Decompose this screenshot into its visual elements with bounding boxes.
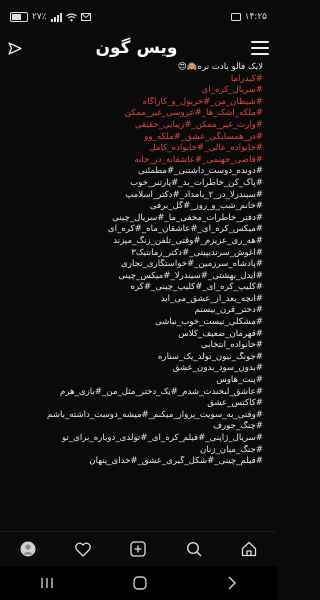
tab-add[interactable] [124,535,152,563]
status-bar: ۲۷٪ ۱۴:۲۵ [0,0,277,34]
hashtag-line[interactable]: #دونده_دوست_داشتنی_#مطمئنی [10,166,263,178]
signal-icon [50,12,62,22]
hashtag-line[interactable]: #فیلم_چینی_#شکل_گیری_عشق_#خدای_پنهان [10,456,263,468]
battery-percent: ۲۷٪ [32,12,47,22]
hashtag-line-highlighted[interactable]: #خانواده_عالی_#خانواده_کامل [10,143,263,155]
profile-avatar [20,541,36,557]
hashtag-line[interactable]: #کلیپ_کره_ای_#کلیپ_چینی_#کره [10,282,263,294]
app-header: ویس گون [0,34,277,62]
hashtag-line[interactable]: #آنچه_بعد_از_عشق_می_آید [10,294,263,306]
hashtag-line[interactable]: #بدون_سود_بدون_عشق [10,363,263,375]
status-right: ۱۴:۲۵ [230,12,267,22]
hashtag-line[interactable]: #مشکلی_نیست_خوب_نباشی [10,317,263,329]
add-icon [130,541,147,557]
hashtag-line-highlighted[interactable]: #وارث_غیر_ممکن_#زیبایی_حقیقی [10,120,263,132]
hashtag-line[interactable]: #چنگ_جورف [10,421,263,433]
hashtag-line[interactable]: #عاشق_لبخندت_شدم_#یک_دختر_مثل_من_#بازی_ه… [10,387,263,399]
hashtag-line[interactable]: #وقتی_به_سویت_پرواز_میکنم_#میشه_دوست_داش… [10,410,263,422]
hashtag-line[interactable]: #کاکتس_عشق [10,398,263,410]
hashtag-line[interactable]: #پنت_هاوس [10,375,263,387]
hashtag-line[interactable]: #آیدل_بهشتی_#سیندرلا_#میکس_چینی [10,271,263,283]
hashtag-line-highlighted[interactable]: #کیدراما [10,74,263,86]
mail-icon [80,13,91,21]
hashtag-line-highlighted[interactable]: #ملکه_اشک_ها_#عروسی_غیر_ممکن [10,108,263,120]
tab-home[interactable] [235,535,263,563]
bottom-tab-bar [0,531,277,566]
system-nav-bar [0,566,277,600]
hashtag-line-highlighted[interactable]: #سریال_کره_ای [10,85,263,97]
home-button-icon[interactable] [133,576,148,590]
battery-icon [10,12,28,22]
tab-profile[interactable] [14,535,42,563]
hashtag-line[interactable]: لایک فالو یادت نره🙈😍 [10,62,263,74]
hashtag-line[interactable]: #سریال_ژاپنی_#فیلم_کره_ای_#تولدی_دوباره_… [10,433,263,445]
hashtag-line-highlighted[interactable]: #شیطان_من_#خریول_و_کاراگاه [10,97,263,109]
hashtag-line[interactable]: #پادشاه_سرزمین_#خواستگاری_تجاری [10,259,263,271]
app-logo[interactable]: ویس گون [96,38,178,58]
hashtag-line[interactable]: #قهرمان_ضعیف_کلاس [10,329,263,341]
wifi-icon [65,12,77,21]
hashtag-line[interactable]: #خانواده_انتخابی [10,340,263,352]
hashtag-line[interactable]: #هه_ری_عزیزم_#وقتی_تلفن_زنگ_میزند [10,236,263,248]
menu-icon[interactable] [251,41,269,55]
hashtag-line[interactable]: #جونگ_نیون_تولد_یک_ستاره [10,352,263,364]
hashtag-line-highlighted[interactable]: #در_همسایگی_عشق_#ملکه_وو [10,132,263,144]
back-icon[interactable] [227,576,237,590]
hashtag-line[interactable]: #پاک_کن_خاطرات_بد_#پارتنر_خوب [10,178,263,190]
status-time: ۱۴:۲۵ [244,12,267,22]
post-caption: لایک فالو یادت نره🙈😍 #کیدراما #سریال_کره_ا… [0,62,277,530]
hashtag-line[interactable]: #جنگ_میان_زنان [10,445,263,457]
hashtag-line[interactable]: #سیندرلا_در_۲_بامداد_#دکتر_اسلامپ [10,190,263,202]
recent-apps-icon[interactable] [40,577,54,589]
tab-likes[interactable] [69,535,97,563]
hashtag-line[interactable]: #خانم_شب_و_روز_#گل_برفی [10,201,263,213]
tab-search[interactable] [180,535,208,563]
notification-icon [230,13,241,21]
hashtag-line[interactable]: #دفتر_خاطرات_مخفی_ما_#سریال_چینی [10,213,263,225]
hashtag-line[interactable]: #میکس_کره_ای_#عاشقان_ماه_#کره_ای [10,224,263,236]
hashtag-line-highlighted[interactable]: #قاضی_جهنمی_#عاشقانه_در_خانه [10,155,263,167]
search-icon [186,541,202,557]
send-icon[interactable] [8,41,22,55]
hashtag-line[interactable]: #آغوش_سرندیپیتی_#دکتر_رمانتیک۳ [10,248,263,260]
home-icon [242,541,257,557]
hashtag-line[interactable]: #دختر_قرن_بیستم [10,305,263,317]
logo-text: ویس گون [95,38,178,58]
heart-icon [75,541,91,557]
status-left: ۲۷٪ [10,12,91,22]
